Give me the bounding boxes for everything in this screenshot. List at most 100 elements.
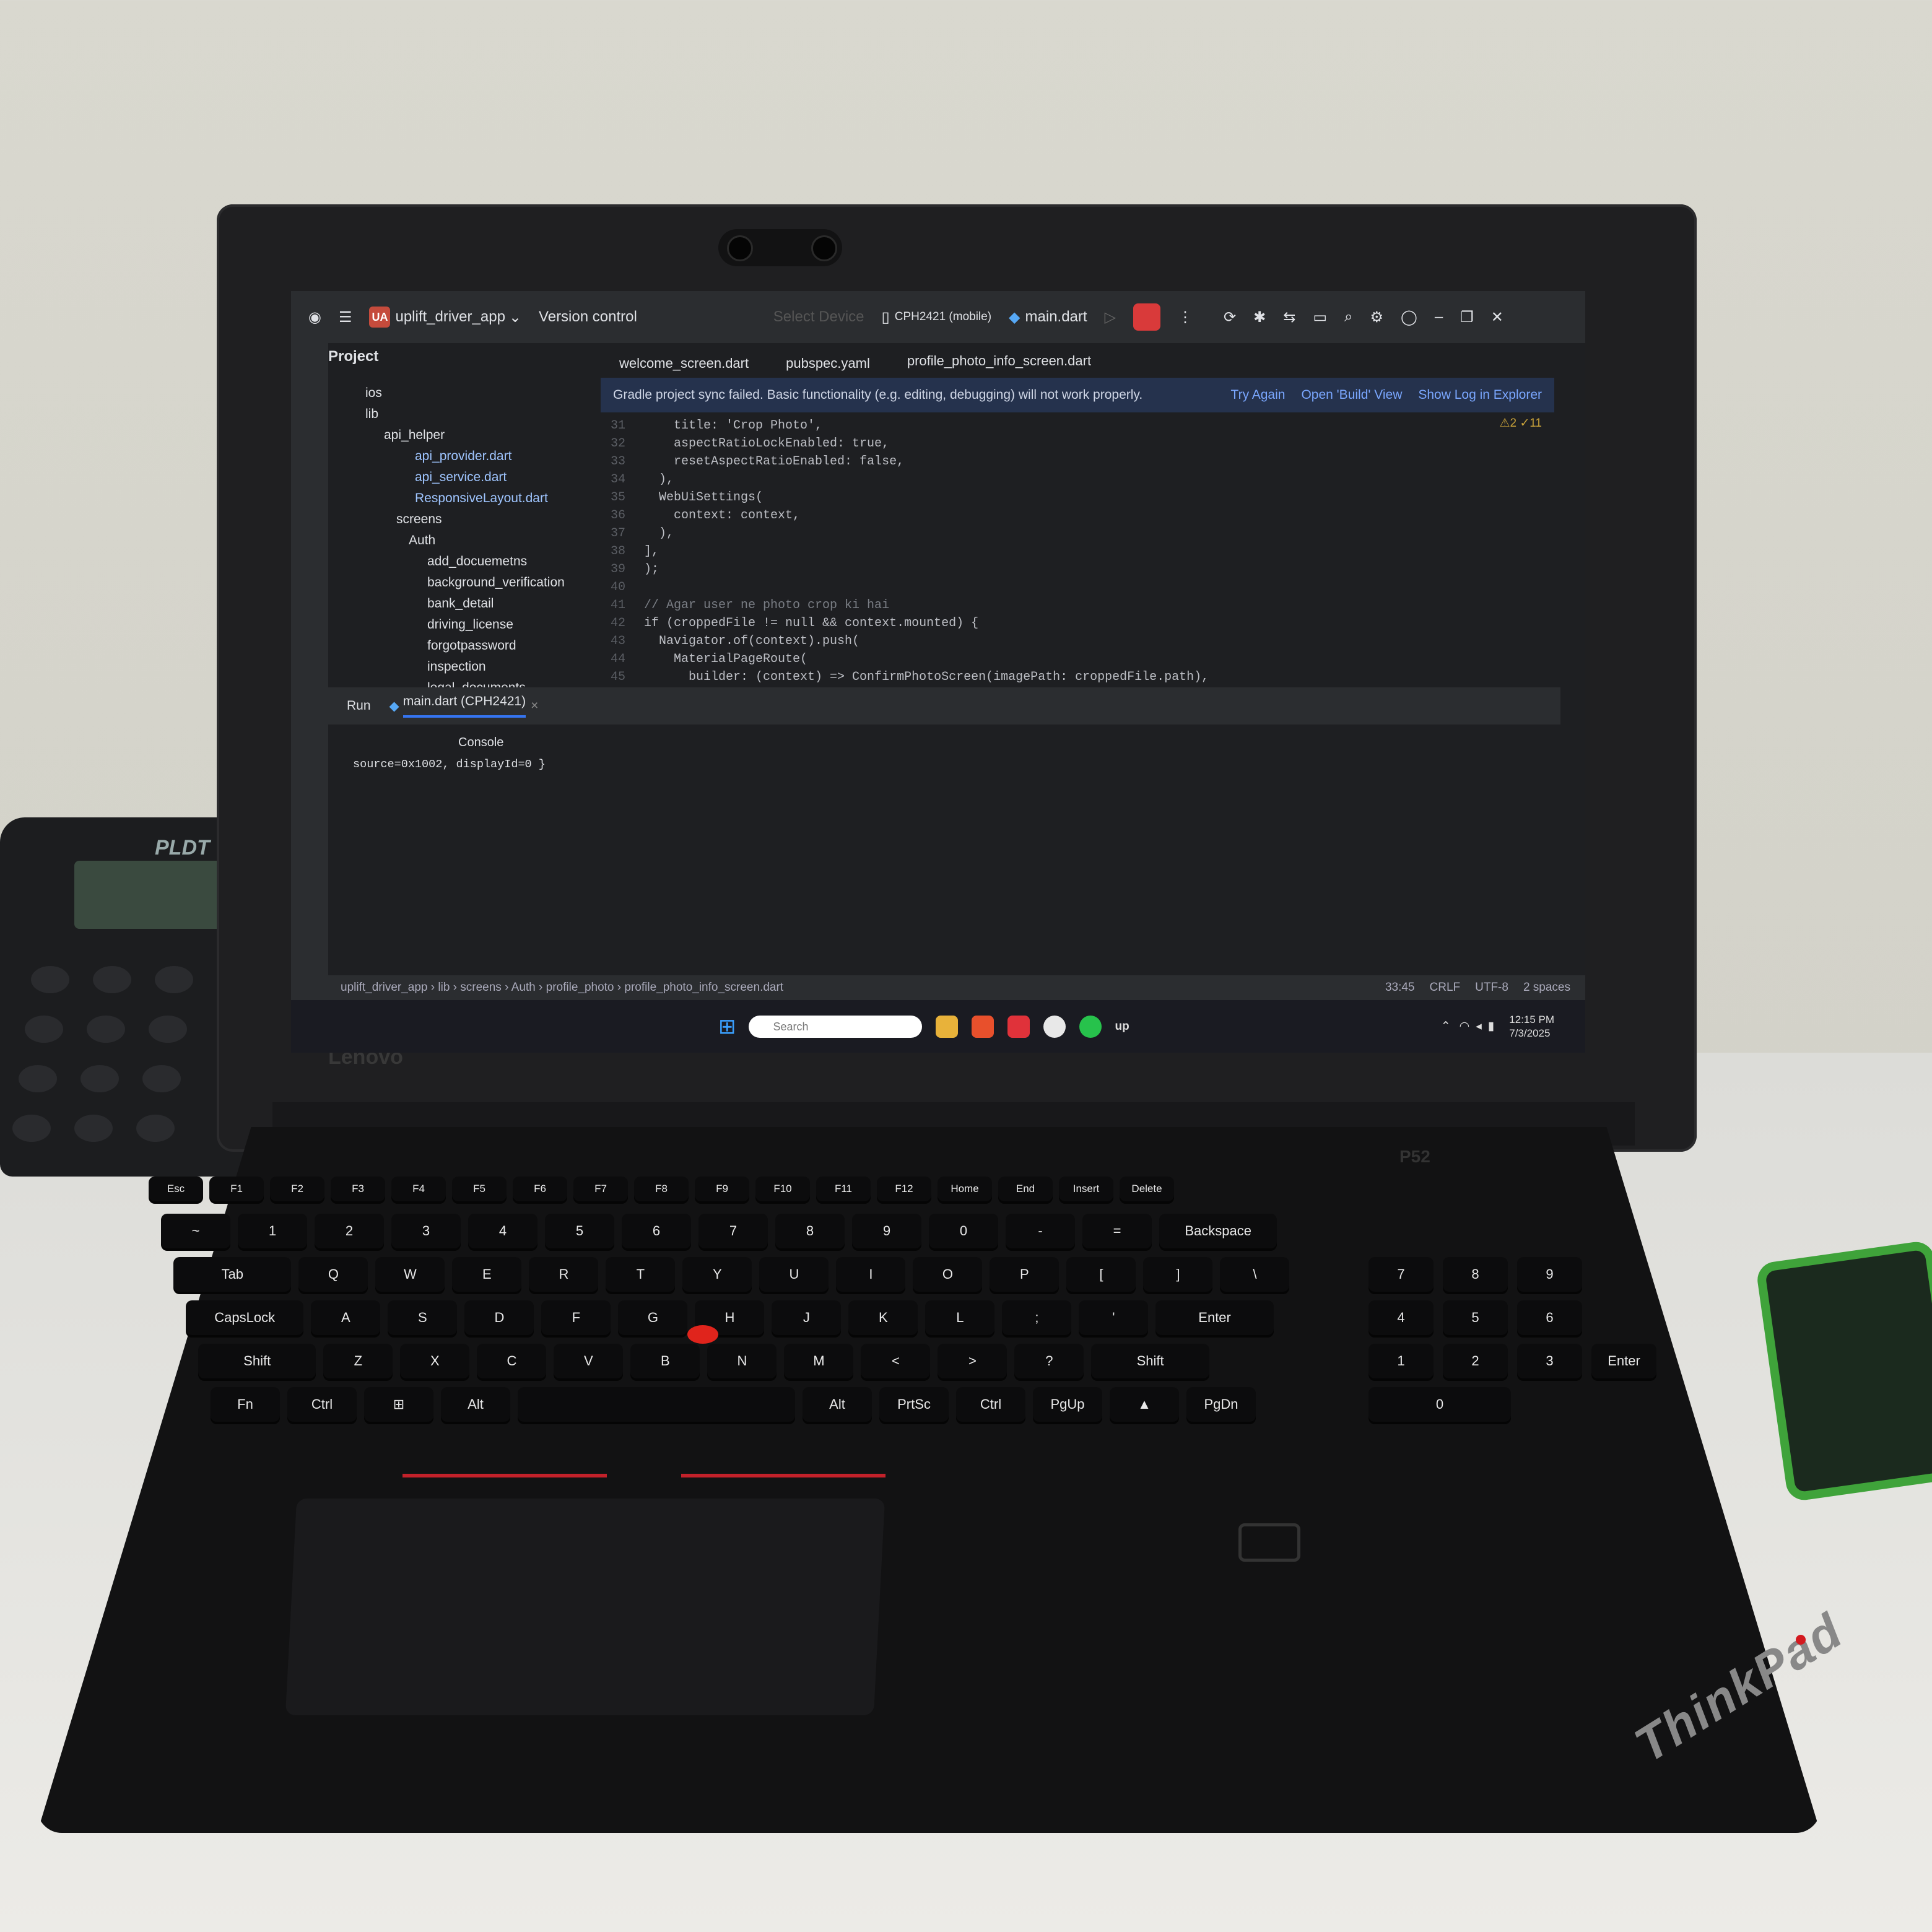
fingerprint-reader[interactable] [1238, 1523, 1300, 1562]
keyboard-key[interactable]: W [375, 1257, 445, 1292]
keyboard-key[interactable]: 9 [852, 1214, 921, 1248]
tree-item[interactable]: Auth [328, 530, 576, 551]
keyboard-key[interactable]: ] [1143, 1257, 1213, 1292]
account-icon[interactable]: ◯ [1401, 308, 1417, 326]
breadcrumb-item[interactable]: profile_photo [546, 981, 614, 994]
keyboard-key[interactable]: G [618, 1300, 688, 1335]
stop-button[interactable] [1133, 303, 1161, 331]
keyboard-key[interactable]: Esc [149, 1177, 203, 1201]
keyboard-key[interactable]: O [913, 1257, 983, 1292]
project-selector[interactable]: uplift_driver_app [395, 308, 505, 326]
tree-item[interactable]: bank_detail [328, 593, 576, 614]
keyboard-key[interactable]: ▲ [1110, 1387, 1179, 1422]
keyboard-key[interactable]: End [998, 1177, 1053, 1201]
keyboard-key[interactable]: Ctrl [287, 1387, 357, 1422]
run-config-tab[interactable]: main.dart (CPH2421) [402, 694, 526, 718]
app-icon[interactable] [1007, 1015, 1030, 1038]
keyboard-key[interactable]: F2 [270, 1177, 324, 1201]
keyboard-key[interactable]: ? [1014, 1344, 1084, 1378]
device-selector[interactable]: CPH2421 (mobile) [895, 310, 991, 324]
keyboard-key[interactable]: Tab [173, 1257, 292, 1292]
keyboard-key[interactable]: C [477, 1344, 547, 1378]
numpad-key[interactable]: 9 [1517, 1257, 1582, 1292]
keyboard-key[interactable]: S [388, 1300, 458, 1335]
restore-icon[interactable]: ❐ [1460, 308, 1474, 326]
keyboard-key[interactable]: > [938, 1344, 1007, 1378]
trackpoint[interactable] [687, 1325, 718, 1344]
more-vertical-icon[interactable]: ⋮ [1178, 308, 1193, 326]
keyboard-key[interactable]: [ [1066, 1257, 1136, 1292]
keyboard-key[interactable]: 8 [775, 1214, 845, 1248]
debug-icon[interactable]: ✱ [1253, 308, 1266, 326]
keyboard-key[interactable]: - [1006, 1214, 1075, 1248]
console-tab[interactable]: Console [458, 736, 503, 750]
keyboard-key[interactable]: J [772, 1300, 842, 1335]
keyboard-key[interactable]: I [836, 1257, 906, 1292]
keyboard-key[interactable]: F12 [877, 1177, 931, 1201]
system-clock[interactable]: 12:15 PM 7/3/2025 [1509, 1013, 1554, 1040]
keyboard-key[interactable]: ' [1079, 1300, 1149, 1335]
keyboard-key[interactable]: 0 [929, 1214, 998, 1248]
keyboard-key[interactable]: Insert [1059, 1177, 1113, 1201]
close-icon[interactable]: ✕ [1491, 308, 1503, 326]
version-control-menu[interactable]: Version control [539, 308, 637, 326]
keyboard-key[interactable]: R [529, 1257, 599, 1292]
tree-item[interactable]: lib [328, 404, 576, 425]
keyboard-key[interactable]: Delete [1120, 1177, 1174, 1201]
keyboard-key[interactable]: L [925, 1300, 995, 1335]
keyboard-key[interactable]: X [400, 1344, 470, 1378]
breadcrumb-item[interactable]: Auth [511, 981, 536, 994]
keyboard-key[interactable]: F3 [331, 1177, 385, 1201]
numpad-key[interactable]: 8 [1443, 1257, 1508, 1292]
keyboard-key[interactable]: D [464, 1300, 534, 1335]
keyboard-key[interactable]: ; [1002, 1300, 1072, 1335]
keyboard-key[interactable]: F10 [755, 1177, 810, 1201]
device-manager-icon[interactable]: ▭ [1313, 308, 1327, 326]
keyboard-key[interactable]: Q [298, 1257, 368, 1292]
wifi-icon[interactable]: ◠ [1460, 1019, 1470, 1033]
chevron-up-icon[interactable]: ⌃ [1441, 1019, 1451, 1033]
keyboard-key[interactable]: < [861, 1344, 931, 1378]
keyboard-key[interactable]: F4 [391, 1177, 446, 1201]
inspection-widget[interactable]: ⚠2 ✓11 [1499, 416, 1542, 430]
taskbar-search[interactable]: Search [748, 1015, 922, 1038]
keyboard-key[interactable]: K [848, 1300, 918, 1335]
tree-item[interactable]: driving_license [328, 614, 576, 635]
code-editor[interactable]: ⚠2 ✓11 31 title: 'Crop Photo', 32 aspectR… [601, 412, 1554, 685]
keyboard-key[interactable]: CapsLock [186, 1300, 304, 1335]
select-device-dropdown[interactable]: Select Device [773, 308, 864, 326]
keyboard-key[interactable]: Backspace [1159, 1214, 1277, 1248]
brave-browser-icon[interactable] [971, 1015, 994, 1038]
keyboard-key[interactable]: A [311, 1300, 381, 1335]
line-separator[interactable]: CRLF [1430, 981, 1461, 994]
keyboard-key[interactable]: U [759, 1257, 829, 1292]
keyboard-key[interactable]: Z [323, 1344, 393, 1378]
tree-item[interactable]: inspection [328, 656, 576, 677]
keyboard-key[interactable]: 1 [238, 1214, 307, 1248]
numpad-key[interactable]: 5 [1443, 1300, 1508, 1335]
keyboard-key[interactable]: Shift [1091, 1344, 1209, 1378]
keyboard-key[interactable]: T [606, 1257, 676, 1292]
keyboard-key[interactable]: Ctrl [956, 1387, 1025, 1422]
keyboard-key[interactable]: = [1082, 1214, 1152, 1248]
keyboard-key[interactable]: V [554, 1344, 624, 1378]
numpad-key[interactable]: 7 [1368, 1257, 1434, 1292]
touchpad[interactable] [285, 1499, 886, 1715]
whatsapp-icon[interactable] [1079, 1015, 1102, 1038]
keyboard-key[interactable]: ~ [161, 1214, 230, 1248]
chrome-icon[interactable] [1043, 1015, 1066, 1038]
file-explorer-icon[interactable] [935, 1015, 958, 1038]
keyboard-key[interactable]: Alt [803, 1387, 872, 1422]
keyboard-key[interactable]: 7 [698, 1214, 768, 1248]
numpad-key[interactable]: 4 [1368, 1300, 1434, 1335]
tree-item[interactable]: ios [328, 383, 576, 404]
keyboard-key[interactable]: F8 [634, 1177, 689, 1201]
try-again-link[interactable]: Try Again [1231, 388, 1286, 402]
keyboard-key[interactable]: 2 [315, 1214, 384, 1248]
keyboard-key[interactable]: Enter [1155, 1300, 1274, 1335]
numpad-key[interactable]: 6 [1517, 1300, 1582, 1335]
close-tab-icon[interactable]: × [531, 698, 538, 713]
tree-item[interactable]: ResponsiveLayout.dart [328, 488, 576, 509]
minimize-icon[interactable]: – [1435, 308, 1443, 326]
upwork-icon[interactable]: up [1115, 1020, 1129, 1033]
